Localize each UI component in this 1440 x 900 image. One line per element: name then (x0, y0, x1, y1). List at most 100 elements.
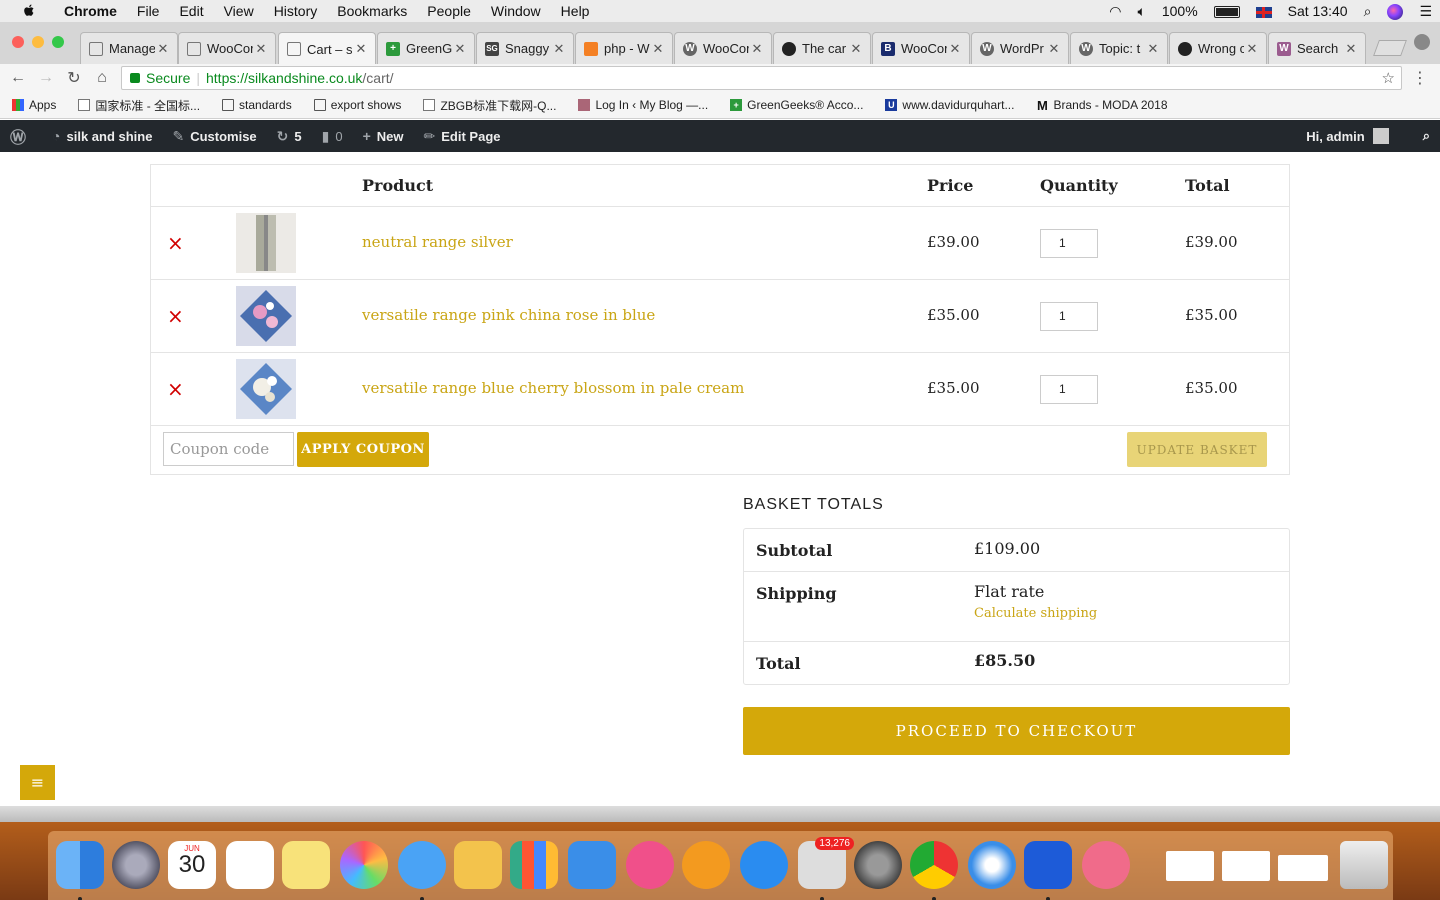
back-arrow-icon[interactable]: ← (4, 69, 32, 87)
menu-view[interactable]: View (214, 3, 264, 19)
numbers-icon[interactable] (510, 841, 558, 889)
tab[interactable]: B WooCor ✕ (872, 32, 970, 64)
bookmark-item[interactable]: ZBGB标准下载网-Q... (423, 97, 556, 114)
uk-flag-icon[interactable] (1248, 3, 1280, 19)
tab-close-icon[interactable]: ✕ (452, 41, 468, 57)
tab-close-icon[interactable]: ✕ (551, 41, 567, 57)
minimized-window-thumbnail[interactable] (1222, 851, 1270, 881)
wordpress-logo[interactable]: Ⓦ (0, 124, 42, 148)
apply-coupon-button[interactable]: APPLY COUPON (297, 432, 429, 467)
tab-close-icon[interactable]: ✕ (947, 41, 963, 57)
quantity-input[interactable]: 1 (1040, 302, 1098, 331)
tab[interactable]: W Topic: t ✕ (1070, 32, 1168, 64)
bookmark-item[interactable]: 国家标准 - 全国标... (78, 97, 200, 114)
product-thumbnail[interactable] (236, 213, 296, 273)
forward-arrow-icon[interactable]: → (32, 69, 60, 87)
close-window-icon[interactable] (12, 36, 24, 48)
remove-item-icon[interactable]: × (167, 304, 184, 328)
itunes-icon[interactable] (626, 841, 674, 889)
siri-icon[interactable] (1379, 2, 1411, 20)
tab-close-icon[interactable]: ✕ (1145, 41, 1161, 57)
bookmark-folder[interactable]: standards (222, 98, 292, 112)
calendar-icon[interactable]: JUN 30 (168, 841, 216, 889)
tab-close-icon[interactable]: ✕ (1046, 41, 1062, 57)
update-basket-button[interactable]: UPDATE BASKET (1127, 432, 1267, 467)
profile-icon[interactable] (1414, 34, 1430, 50)
remove-item-icon[interactable]: × (167, 377, 184, 401)
menu-file[interactable]: File (127, 3, 170, 19)
bookmark-item[interactable]: Log In ‹ My Blog —... (578, 98, 708, 112)
tab[interactable]: WooCor ✕ (178, 32, 276, 64)
launchpad-icon[interactable] (112, 841, 160, 889)
battery-icon[interactable] (1206, 3, 1248, 19)
volume-icon[interactable]: 🔈︎ (1129, 3, 1153, 20)
product-link[interactable]: versatile range pink china rose in blue (362, 306, 655, 324)
comments-link[interactable]: ▮ 0 (312, 128, 353, 145)
spotlight-icon[interactable]: ⌕ (1356, 3, 1380, 20)
notes-icon[interactable] (282, 841, 330, 889)
tab[interactable]: W Search ✕ (1268, 32, 1366, 64)
site-name[interactable]: ◔ silk and shine (42, 128, 162, 144)
bookmark-folder[interactable]: export shows (313, 98, 401, 112)
tab-close-icon[interactable]: ✕ (353, 41, 369, 57)
reminders-icon[interactable] (226, 841, 274, 889)
tab[interactable]: The car ✕ (773, 32, 871, 64)
bookmark-item[interactable]: Uwww.davidurquhart... (885, 98, 1014, 112)
system-preferences-icon[interactable] (854, 841, 902, 889)
bookmark-item[interactable]: + GreenGeeks® Acco... (730, 98, 863, 112)
product-thumbnail[interactable] (236, 359, 296, 419)
photos-icon[interactable] (340, 841, 388, 889)
my-account[interactable]: Hi, admin (1296, 128, 1413, 144)
home-icon[interactable]: ⌂ (88, 69, 116, 87)
search-icon[interactable]: ⌕ (1413, 128, 1440, 144)
trash-icon[interactable] (1340, 841, 1388, 889)
apple-logo-icon[interactable] (18, 3, 40, 19)
tab[interactable]: SG Snaggy ✕ (476, 32, 574, 64)
menu-bookmarks[interactable]: Bookmarks (327, 3, 417, 19)
menu-edit[interactable]: Edit (169, 3, 213, 19)
bookmark-star-icon[interactable]: ☆ (1382, 69, 1395, 87)
messages-icon[interactable] (398, 841, 446, 900)
menu-people[interactable]: People (417, 3, 481, 19)
chrome-icon[interactable] (910, 841, 958, 900)
minimized-window-thumbnail[interactable] (1278, 855, 1328, 881)
bookmark-item[interactable]: M Brands - MODA 2018 (1036, 98, 1167, 113)
ibooks-icon[interactable] (682, 841, 730, 889)
tab[interactable]: W WordPr ✕ (971, 32, 1069, 64)
tab-close-icon[interactable]: ✕ (155, 41, 171, 57)
minimize-window-icon[interactable] (32, 36, 44, 48)
tab-close-icon[interactable]: ✕ (1343, 41, 1359, 57)
mail-icon[interactable]: 13,276 (798, 837, 854, 900)
clock[interactable]: Sat 13:40 (1280, 3, 1356, 19)
finder-icon[interactable] (56, 841, 104, 900)
tab-close-icon[interactable]: ✕ (253, 41, 269, 57)
wifi-icon[interactable]: ◠ (1101, 3, 1129, 20)
new-tab-button[interactable] (1373, 40, 1407, 56)
menu-history[interactable]: History (264, 3, 328, 19)
keynote-icon[interactable] (568, 841, 616, 889)
customise-link[interactable]: ✎ Customise (162, 128, 266, 145)
tab-close-icon[interactable]: ✕ (749, 41, 765, 57)
hamburger-menu-icon[interactable]: ≡ (20, 765, 55, 800)
tab[interactable]: + GreenG ✕ (377, 32, 475, 64)
menu-app-name[interactable]: Chrome (54, 3, 127, 19)
menu-help[interactable]: Help (551, 3, 600, 19)
tab-close-icon[interactable]: ✕ (650, 41, 666, 57)
new-content-link[interactable]: + New (353, 128, 414, 144)
calculate-shipping-link[interactable]: Calculate shipping (974, 606, 1097, 621)
notification-center-icon[interactable]: ☰ (1411, 3, 1440, 20)
zoom-window-icon[interactable] (52, 36, 64, 48)
archive-utility-icon[interactable] (1082, 841, 1130, 889)
updates-link[interactable]: ↻ 5 (267, 128, 312, 145)
tab-active[interactable]: Cart – s ✕ (278, 32, 376, 65)
product-link[interactable]: neutral range silver (362, 233, 513, 251)
malwarebytes-icon[interactable] (1024, 841, 1072, 900)
tab[interactable]: Manage ✕ (80, 32, 178, 64)
pages-icon[interactable] (454, 841, 502, 889)
tab-close-icon[interactable]: ✕ (1244, 41, 1260, 57)
tab[interactable]: php - W ✕ (575, 32, 673, 64)
edit-page-link[interactable]: ✏ Edit Page (414, 128, 511, 145)
quantity-input[interactable]: 1 (1040, 229, 1098, 258)
quantity-input[interactable]: 1 (1040, 375, 1098, 404)
reload-icon[interactable]: ↻ (60, 68, 88, 88)
